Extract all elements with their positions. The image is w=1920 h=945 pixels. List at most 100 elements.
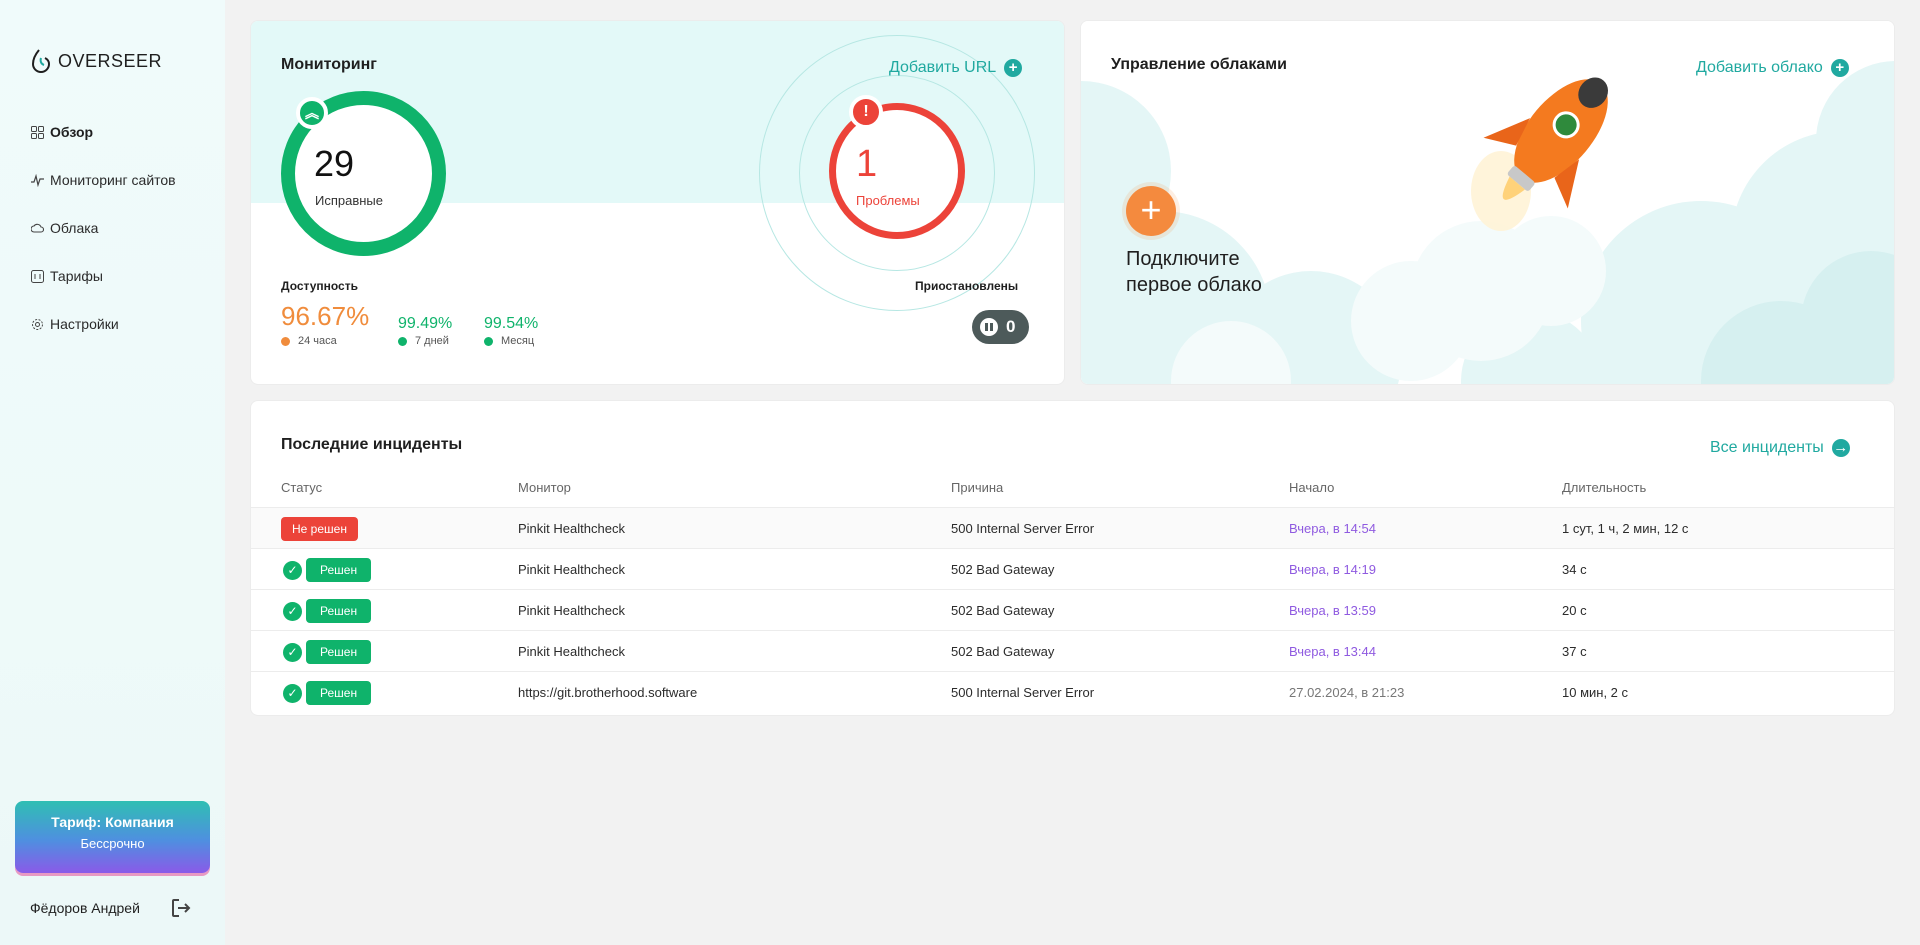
monitoring-title: Мониторинг [281, 56, 377, 73]
start-cell[interactable]: Вчера, в 14:54 [1289, 521, 1376, 536]
status-resolved: ✓ Решен [283, 640, 372, 664]
column-header-start: Начало [1289, 480, 1335, 495]
sidebar-item-label: Мониторинг сайтов [50, 172, 176, 188]
pulse-icon [30, 173, 44, 187]
reason-cell: 502 Bad Gateway [951, 562, 1055, 577]
availability-week-value: 99.49% [398, 315, 453, 332]
start-cell[interactable]: Вчера, в 14:19 [1289, 562, 1376, 577]
status-badge-unresolved: Не решен [281, 517, 358, 541]
paused-title: Приостановлены [915, 279, 1019, 293]
sidebar-item-overview[interactable]: Обзор [30, 108, 176, 156]
availability-month-value: 99.54% [484, 315, 539, 332]
check-circle-icon: ✓ [283, 642, 302, 662]
orange-dot-icon [281, 336, 290, 346]
sidebar-item-label: Тарифы [50, 268, 103, 284]
check-circle-icon: ✓ [283, 683, 302, 703]
sidebar-item-settings[interactable]: Настройки [30, 300, 176, 348]
check-circle-icon: ✓ [283, 560, 302, 580]
plus-circle-icon: + [1004, 59, 1023, 77]
problems-label: Проблемы [856, 193, 920, 208]
gear-icon [30, 317, 44, 331]
status-badge-resolved: Решен [306, 681, 372, 705]
clouds-card: Управление облаками Добавить облако + + … [1080, 20, 1895, 385]
plus-circle-icon: + [1830, 59, 1849, 77]
connect-cloud-text[interactable]: Подключите первое облако [1126, 246, 1296, 298]
table-row[interactable]: ✓ Решен https://git.brotherhood.software… [251, 671, 1894, 712]
monitor-cell: Pinkit Healthcheck [518, 644, 625, 659]
plan-title: Тариф: Компания [51, 814, 174, 830]
start-cell[interactable]: 27.02.2024, в 21:23 [1289, 685, 1404, 700]
green-dot-icon [484, 336, 493, 346]
cloud-icon [30, 221, 44, 235]
availability-day-value: 96.67% [281, 301, 370, 331]
connect-cloud-button[interactable]: + [1126, 186, 1176, 236]
column-header-monitor: Монитор [518, 480, 571, 495]
monitor-cell: https://git.brotherhood.software [518, 685, 698, 700]
incidents-card: Последние инциденты Все инциденты → Стат… [250, 400, 1895, 716]
add-cloud-link[interactable]: Добавить облако + [1696, 59, 1849, 77]
reason-cell: 500 Internal Server Error [951, 685, 1095, 700]
table-row[interactable]: ✓ Решен Pinkit Healthcheck 502 Bad Gatew… [251, 589, 1894, 630]
logout-icon[interactable] [170, 897, 192, 919]
logo[interactable]: OVERSEER [30, 48, 162, 74]
reason-cell: 500 Internal Server Error [951, 521, 1095, 536]
clouds-title: Управление облаками [1111, 56, 1287, 73]
chevrons-up-icon: ︽ [296, 97, 328, 129]
status-badge-resolved: Решен [306, 599, 372, 623]
add-cloud-label: Добавить облако [1696, 59, 1823, 76]
all-incidents-label: Все инциденты [1710, 439, 1824, 456]
healthy-count: 29 [314, 143, 355, 184]
start-cell[interactable]: Вчера, в 13:44 [1289, 644, 1376, 659]
monitoring-card: Мониторинг Добавить URL + ︽ 29 Исправные… [250, 20, 1065, 385]
duration-cell: 1 сут, 1 ч, 2 мин, 12 с [1562, 521, 1689, 536]
column-header-duration: Длительность [1562, 480, 1647, 495]
availability-week-caption: 7 дней [398, 335, 449, 347]
arrow-right-circle-icon: → [1831, 439, 1850, 457]
paused-count: 0 [1006, 317, 1016, 336]
pause-icon [980, 318, 998, 336]
user-panel: Фёдоров Андрей [30, 897, 192, 919]
status-badge-resolved: Решен [306, 558, 372, 582]
plan-card[interactable]: Тариф: Компания Бессрочно [15, 801, 210, 873]
status-badge-resolved: Решен [306, 640, 372, 664]
paused-count-pill[interactable]: 0 [972, 310, 1029, 344]
duration-cell: 10 мин, 2 с [1562, 685, 1629, 700]
availability-month-label: Месяц [501, 335, 535, 347]
status-resolved: ✓ Решен [283, 681, 372, 705]
table-row[interactable]: ✓ Решен Pinkit Healthcheck 502 Bad Gatew… [251, 630, 1894, 671]
column-header-reason: Причина [951, 480, 1004, 495]
availability-day-caption: 24 часа [281, 335, 337, 347]
start-cell[interactable]: Вчера, в 13:59 [1289, 603, 1376, 618]
problems-ring[interactable] [829, 103, 965, 239]
add-url-link[interactable]: Добавить URL + [889, 59, 1023, 77]
monitor-cell: Pinkit Healthcheck [518, 603, 625, 618]
reason-cell: 502 Bad Gateway [951, 603, 1055, 618]
overseer-logo-icon [31, 49, 51, 73]
table-row[interactable]: ✓ Решен Pinkit Healthcheck 502 Bad Gatew… [251, 548, 1894, 589]
grid-icon [30, 125, 44, 139]
incidents-title: Последние инциденты [281, 436, 463, 453]
check-circle-icon: ✓ [283, 601, 302, 621]
logo-text: OVERSEER [58, 50, 163, 71]
sidebar-item-label: Облака [50, 220, 99, 236]
sidebar-item-tariffs[interactable]: Тарифы [30, 252, 176, 300]
availability-title: Доступность [281, 279, 358, 293]
user-name: Фёдоров Андрей [30, 900, 140, 916]
availability-day-label: 24 часа [298, 335, 337, 347]
monitor-cell: Pinkit Healthcheck [518, 521, 625, 536]
duration-cell: 20 с [1562, 603, 1587, 618]
reason-cell: 502 Bad Gateway [951, 644, 1055, 659]
sidebar: OVERSEER Обзор Мониторинг сайтов Облака … [0, 0, 225, 945]
availability-week-label: 7 дней [415, 335, 449, 347]
green-dot-icon [398, 336, 407, 346]
column-header-status: Статус [281, 480, 323, 495]
all-incidents-link[interactable]: Все инциденты → [1710, 439, 1850, 457]
table-row[interactable]: Не решен Pinkit Healthcheck 500 Internal… [251, 507, 1894, 548]
sidebar-item-label: Настройки [50, 316, 119, 332]
status-resolved: ✓ Решен [283, 558, 372, 582]
sidebar-item-clouds[interactable]: Облака [30, 204, 176, 252]
duration-cell: 37 с [1562, 644, 1587, 659]
sidebar-item-site-monitoring[interactable]: Мониторинг сайтов [30, 156, 176, 204]
availability-month-caption: Месяц [484, 335, 534, 347]
sidebar-item-label: Обзор [50, 124, 94, 140]
